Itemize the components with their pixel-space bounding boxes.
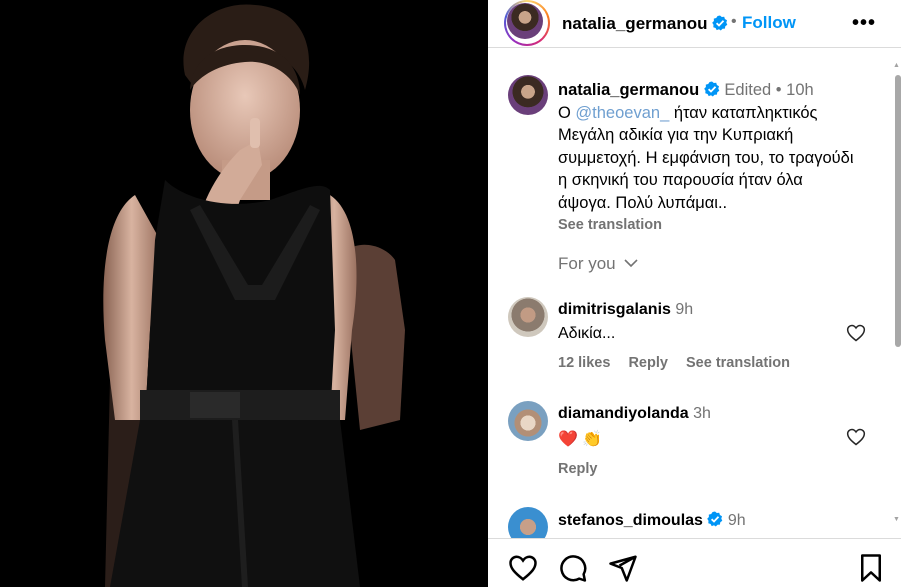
commenter-username[interactable]: stefanos_dimoulas 9h [558,511,746,530]
post-header: natalia_germanou • Follow ••• [488,0,901,48]
follow-button[interactable]: Follow [742,13,796,33]
caption-meta: Edited • 10h [724,81,814,99]
commenter-avatar[interactable] [508,401,548,441]
verified-badge-icon [707,511,723,527]
heart-icon[interactable] [846,427,866,447]
scroll-down-arrow-icon[interactable]: ▼ [893,516,900,523]
comment-text: ❤️ 👏 [558,431,603,448]
scrollbar-thumb[interactable] [895,75,901,347]
caption-username[interactable]: natalia_germanou [558,81,699,99]
caption-see-translation[interactable]: See translation [558,214,858,237]
verified-badge-icon [704,81,720,97]
bookmark-icon[interactable] [856,553,886,583]
comment-item: diamandiyolanda 3h ❤️ 👏 Reply [488,401,888,491]
caption-prefix: Ο [558,103,576,122]
commenter-username-text[interactable]: diamandiyolanda [558,405,689,422]
comment-see-translation[interactable]: See translation [686,355,790,371]
comment-icon[interactable] [558,553,588,583]
caption: natalia_germanou Edited • 10h Ο @theoeva… [558,79,858,237]
comment-time: 9h [727,512,746,529]
verified-badge-icon [712,15,728,31]
commenter-username[interactable]: diamandiyolanda 3h [558,405,711,423]
post-actions-bar [488,538,901,587]
author-username-text[interactable]: natalia_germanou [562,14,708,33]
caption-author-avatar[interactable] [508,75,548,115]
commenter-username-text[interactable]: dimitrisgalanis [558,301,671,318]
heart-icon[interactable] [508,553,538,583]
comment-text: Αδικία... [558,325,616,342]
share-icon[interactable] [608,553,638,583]
commenter-avatar[interactable] [508,297,548,337]
for-you-toggle[interactable]: For you [558,254,638,274]
post-image[interactable] [0,0,488,587]
author-username[interactable]: natalia_germanou [562,14,728,34]
comment-actions: Reply [558,461,612,477]
for-you-label: For you [558,254,616,273]
commenter-avatar[interactable] [508,507,548,538]
comment-time: 3h [693,405,711,422]
chevron-down-icon [624,259,638,268]
heart-icon[interactable] [846,323,866,343]
more-options-button[interactable]: ••• [852,12,876,35]
comment-reply-button[interactable]: Reply [628,355,668,371]
separator-dot: • [731,13,737,30]
scroll-up-arrow-icon[interactable]: ▲ [893,62,900,69]
author-avatar[interactable] [504,0,550,46]
post-details-panel: natalia_germanou • Follow ••• natalia_ge… [488,0,901,587]
caption-mention-link[interactable]: @theoevan_ [575,104,669,122]
comment-time: 9h [675,301,694,318]
commenter-username[interactable]: dimitrisgalanis 9h [558,301,693,319]
comment-reply-button[interactable]: Reply [558,461,598,477]
comment-item: dimitrisgalanis 9h Αδικία... 12 likes Re… [488,297,888,387]
comment-likes[interactable]: 12 likes [558,355,610,371]
comment-item: stefanos_dimoulas 9h [488,507,888,538]
comments-scroll-area[interactable]: natalia_germanou Edited • 10h Ο @theoeva… [488,61,901,538]
comment-actions: 12 likes Reply See translation [558,355,804,371]
commenter-username-text[interactable]: stefanos_dimoulas [558,512,703,529]
